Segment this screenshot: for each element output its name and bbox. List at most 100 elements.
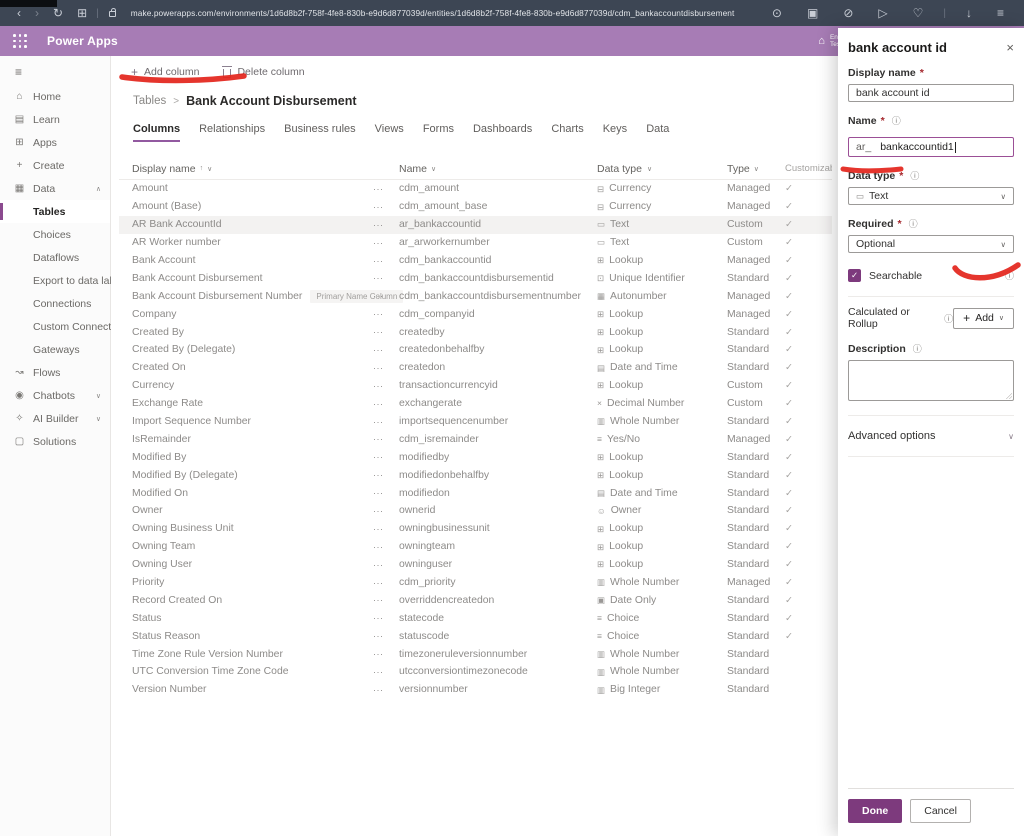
sidebar-item-create[interactable]: + Create [0,154,110,177]
table-row[interactable]: Created On ··· createdon ▤ Date and Time… [119,359,832,377]
menu-icon[interactable]: ≡ [0,61,110,85]
tab-business-rules[interactable]: Business rules [284,123,356,142]
reload-icon[interactable]: ↻ [53,7,63,19]
row-more-icon[interactable]: ··· [360,667,399,677]
sidebar-item-choices[interactable]: Choices [0,223,110,246]
name-field[interactable]: ar_ bankaccountid1 [848,137,1014,157]
tab-data[interactable]: Data [646,123,669,142]
table-row[interactable]: Owning Business Unit ··· owningbusinessu… [119,520,832,538]
advanced-options-toggle[interactable]: Advanced options ∨ [848,430,1014,442]
row-more-icon[interactable]: ··· [360,184,399,194]
search-icon[interactable]: ⊙ [772,7,782,19]
row-more-icon[interactable]: ··· [360,631,399,641]
sidebar-item-connections[interactable]: Connections [0,292,110,315]
table-row[interactable]: Status ··· statecode ≡ Choice Standard ✓ [119,609,832,627]
table-row[interactable]: AR Worker number ··· ar_arworkernumber ▭… [119,234,832,252]
tab-dashboards[interactable]: Dashboards [473,123,532,142]
column-header-data-type[interactable]: Data type ∨ [597,163,727,175]
screenshot-icon[interactable]: ▣ [807,7,818,19]
breadcrumb-tables-link[interactable]: Tables [133,95,166,107]
info-icon[interactable]: ⓘ [892,114,901,127]
row-more-icon[interactable]: ··· [360,649,399,659]
delete-column-button[interactable]: Delete column [222,66,305,78]
row-more-icon[interactable]: ··· [360,578,399,588]
row-more-icon[interactable]: ··· [360,363,399,373]
table-row[interactable]: Company ··· cdm_companyid ⊞ Lookup Manag… [119,305,832,323]
row-more-icon[interactable]: ··· [360,417,399,427]
row-more-icon[interactable]: ··· [360,345,399,355]
table-row[interactable]: Bank Account Disbursement ··· cdm_bankac… [119,269,832,287]
url-bar[interactable]: make.powerapps.com/environments/1d6d8b2f… [131,8,757,18]
row-more-icon[interactable]: ··· [360,542,399,552]
display-name-field[interactable]: bank account id [848,84,1014,102]
table-row[interactable]: Time Zone Rule Version Number ··· timezo… [119,645,832,663]
tab-columns[interactable]: Columns [133,123,181,142]
sidebar-item-flows[interactable]: ↝ Flows [0,361,110,384]
column-header-display-name[interactable]: Display name ↑ ∨ [119,163,360,175]
searchable-checkbox[interactable]: ✓ [848,269,861,282]
download-icon[interactable]: ↓ [966,7,972,19]
column-header-name[interactable]: Name ∨ [399,163,597,175]
sidebar-item-ai-builder[interactable]: ✧ AI Builder ∨ [0,407,110,430]
table-row[interactable]: Amount ··· cdm_amount ⊟ Currency Managed… [119,180,832,198]
forward-icon[interactable]: › [35,7,39,19]
blocker-icon[interactable]: ⊘ [843,7,853,19]
info-icon[interactable]: ⓘ [913,342,922,355]
sidebar-item-custom-connectors[interactable]: Custom Connectors [0,315,126,338]
info-icon[interactable]: ⓘ [1005,269,1014,282]
tab-views[interactable]: Views [375,123,404,142]
row-more-icon[interactable]: ··· [360,399,399,409]
table-row[interactable]: Version Number ··· versionnumber ▥ Big I… [119,681,832,699]
row-more-icon[interactable]: ··· [360,685,399,695]
required-select[interactable]: Optional ∨ [848,235,1014,253]
waffle-icon[interactable] [13,34,27,48]
tab-forms[interactable]: Forms [423,123,454,142]
sidebar-item-chatbots[interactable]: ◉ Chatbots ∨ [0,384,110,407]
sidebar-item-learn[interactable]: ▤ Learn [0,108,110,131]
sidebar-item-data[interactable]: ▦ Data ∧ [0,177,110,200]
row-more-icon[interactable]: ··· [360,488,399,498]
row-more-icon[interactable]: ··· [360,238,399,248]
row-more-icon[interactable]: ··· [360,273,399,283]
table-row[interactable]: Bank Account Disbursement Number Primary… [119,287,832,305]
info-icon[interactable]: ⓘ [909,217,918,230]
row-more-icon[interactable]: ··· [360,506,399,516]
row-more-icon[interactable]: ··· [360,595,399,605]
table-row[interactable]: Exchange Rate ··· exchangerate × Decimal… [119,395,832,413]
table-row[interactable]: Owner ··· ownerid ☺ Owner Standard ✓ [119,502,832,520]
row-more-icon[interactable]: ··· [360,202,399,212]
table-row[interactable]: AR Bank AccountId ··· ar_bankaccountid ▭… [119,215,832,234]
data-type-select[interactable]: ▭ Text ∨ [848,187,1014,205]
table-row[interactable]: Bank Account ··· cdm_bankaccountid ⊞ Loo… [119,252,832,270]
close-icon[interactable]: × [1006,41,1014,54]
table-row[interactable]: Record Created On ··· overriddencreatedo… [119,591,832,609]
row-more-icon[interactable]: ··· [360,309,399,319]
done-button[interactable]: Done [848,799,903,823]
sidebar-item-export-to-data-lake[interactable]: Export to data lake [0,269,121,292]
settings-icon[interactable]: ≡ [997,7,1004,19]
table-row[interactable]: Modified By (Delegate) ··· modifiedonbeh… [119,466,832,484]
table-row[interactable]: IsRemainder ··· cdm_isremainder ≡ Yes/No… [119,430,832,448]
row-more-icon[interactable]: ··· [360,560,399,570]
tab-keys[interactable]: Keys [603,123,627,142]
cancel-button[interactable]: Cancel [910,799,971,823]
table-row[interactable]: Currency ··· transactioncurrencyid ⊞ Loo… [119,377,832,395]
sidebar-item-tables[interactable]: Tables [0,200,110,223]
description-textarea[interactable] [848,360,1014,401]
sidebar-item-solutions[interactable]: ▢ Solutions [0,430,110,453]
sidebar-item-gateways[interactable]: Gateways [0,338,110,361]
table-row[interactable]: Modified By ··· modifiedby ⊞ Lookup Stan… [119,448,832,466]
sidebar-item-home[interactable]: ⌂ Home [0,85,110,108]
info-icon[interactable]: ⓘ [944,312,953,325]
table-row[interactable]: Priority ··· cdm_priority ▥ Whole Number… [119,574,832,592]
sidebar-item-apps[interactable]: ⊞ Apps [0,131,110,154]
row-more-icon[interactable]: ··· [360,256,399,266]
row-more-icon[interactable]: ··· [360,291,399,301]
table-row[interactable]: Owning Team ··· owningteam ⊞ Lookup Stan… [119,538,832,556]
tab-charts[interactable]: Charts [551,123,583,142]
info-icon[interactable]: ⓘ [910,169,919,182]
table-row[interactable]: Import Sequence Number ··· importsequenc… [119,413,832,431]
add-calculated-button[interactable]: + Add ∨ [953,307,1014,329]
favorites-icon[interactable]: ♡ [913,7,924,19]
back-icon[interactable]: ‹ [17,7,21,19]
